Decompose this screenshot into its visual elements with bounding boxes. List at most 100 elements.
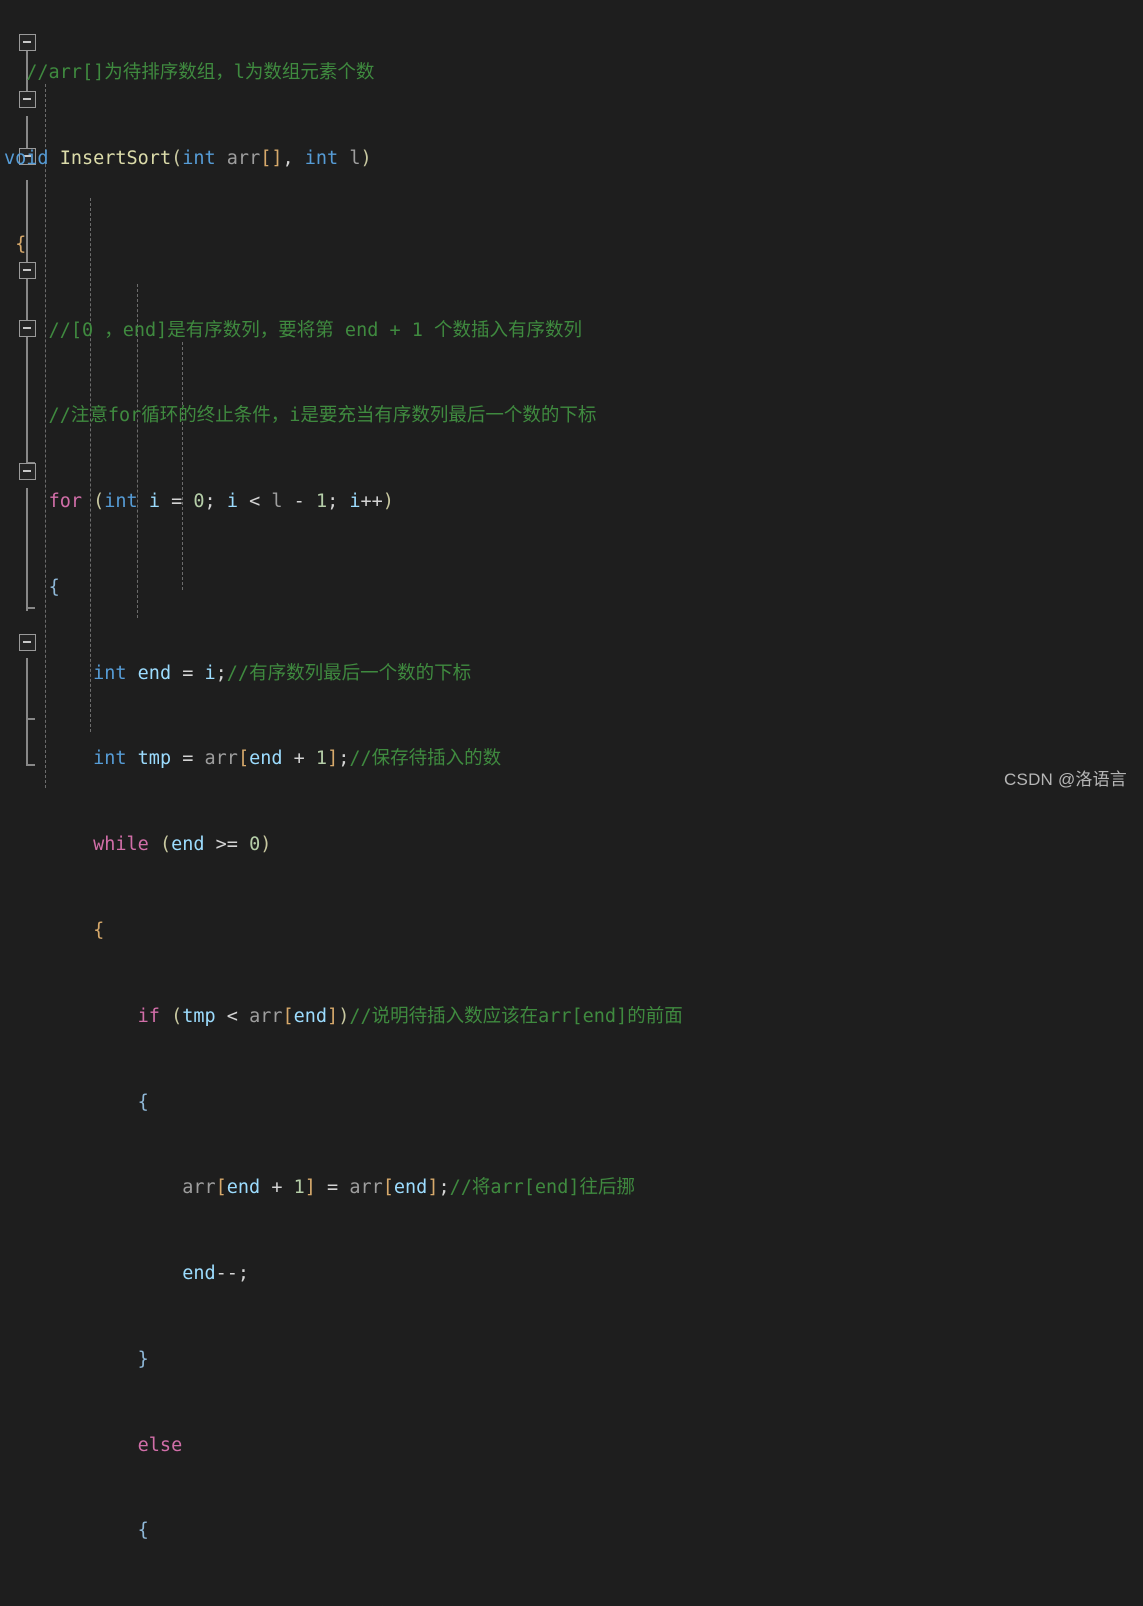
var-end: end xyxy=(182,1263,216,1285)
bracket-close: ] xyxy=(304,1177,316,1199)
bracket-close: ] xyxy=(327,1005,339,1027)
semicolon: ; xyxy=(327,491,350,513)
num-1: 1 xyxy=(315,491,328,513)
code-line[interactable]: end--; xyxy=(4,1260,1143,1289)
keyword-int: int xyxy=(104,491,138,513)
paren-close: ) xyxy=(338,1005,350,1027)
paren-close: ) xyxy=(382,491,394,513)
brace-open-while: { xyxy=(93,920,105,941)
line-9-comment: //保存待插入的数 xyxy=(349,748,502,770)
code-line[interactable]: //[0 ，end]是有序数列，要将第 end + 1 个数插入有序数列 xyxy=(4,317,1143,346)
line-1-comment: //arr[]为待排序数组，l为数组元素个数 xyxy=(4,62,375,84)
code-editor[interactable]: //arr[]为待排序数组，l为数组元素个数 void InsertSort(i… xyxy=(0,0,1143,1541)
code-line[interactable]: //注意for循环的终止条件，i是要充当有序数列最后一个数的下标 xyxy=(4,402,1143,431)
num-0: 0 xyxy=(249,834,261,856)
var-end: end xyxy=(137,662,172,684)
paren-close: ) xyxy=(360,147,372,169)
decrement: --; xyxy=(215,1263,250,1285)
function-name: InsertSort xyxy=(59,147,172,169)
bracket-open: [ xyxy=(382,1177,394,1199)
keyword-int: int xyxy=(182,147,216,169)
param-arr: arr xyxy=(226,147,261,169)
code-line[interactable]: { xyxy=(4,231,1143,260)
num-1: 1 xyxy=(293,1177,305,1199)
code-line[interactable]: if (tmp < arr[end])//说明待插入数应该在arr[end]的前… xyxy=(4,1003,1143,1032)
num-1: 1 xyxy=(315,748,328,770)
var-i: i xyxy=(204,662,216,684)
brace-close-if: } xyxy=(137,1348,149,1370)
plus: + xyxy=(260,1177,294,1199)
bracket-open: [ xyxy=(282,1005,294,1027)
paren-open: ( xyxy=(93,491,105,513)
bracket-open: [ xyxy=(237,748,250,770)
var-end: end xyxy=(249,748,283,770)
semicolon: ; xyxy=(338,748,350,770)
code-line[interactable]: } xyxy=(4,1346,1143,1375)
code-line[interactable]: void InsertSort(int arr[], int l) xyxy=(4,145,1143,174)
brace-open-fn: { xyxy=(15,233,27,255)
line-5-comment: //注意for循环的终止条件，i是要充当有序数列最后一个数的下标 xyxy=(4,405,597,427)
code-line[interactable]: { xyxy=(4,1089,1143,1118)
keyword-int: int xyxy=(93,748,127,770)
lt: < xyxy=(237,491,272,513)
bracket-open: [ xyxy=(215,1177,227,1199)
line-14-comment: //将arr[end]往后挪 xyxy=(449,1177,635,1199)
minus: - xyxy=(282,491,316,513)
bracket-close: ] xyxy=(327,748,339,770)
keyword-if: if xyxy=(137,1005,160,1027)
brace-open-for: { xyxy=(48,576,60,598)
lt: < xyxy=(215,1005,250,1027)
assign: = xyxy=(159,491,194,513)
paren-close: ) xyxy=(260,834,272,856)
line-8-comment: //有序数列最后一个数的下标 xyxy=(226,662,472,684)
var-i: i xyxy=(148,491,160,513)
num-0: 0 xyxy=(193,491,205,513)
code-line[interactable]: for (int i = 0; i < l - 1; i++) xyxy=(4,488,1143,517)
semicolon: ; xyxy=(215,662,227,684)
keyword-for: for xyxy=(48,491,82,513)
keyword-else: else xyxy=(137,1434,183,1456)
code-line[interactable]: { xyxy=(4,574,1143,603)
code-line[interactable]: { xyxy=(4,1517,1143,1546)
code-content[interactable]: //arr[]为待排序数组，l为数组元素个数 void InsertSort(i… xyxy=(0,0,1143,1606)
code-line[interactable]: while (end >= 0) xyxy=(4,831,1143,860)
bracket-close: ] xyxy=(427,1177,439,1199)
paren-open: ( xyxy=(159,834,172,856)
brace-open-if: { xyxy=(137,1091,149,1113)
code-line[interactable]: //arr[]为待排序数组，l为数组元素个数 xyxy=(4,59,1143,88)
var-i: i xyxy=(226,491,238,513)
code-line[interactable]: arr[end + 1] = arr[end];//将arr[end]往后挪 xyxy=(4,1174,1143,1203)
var-tmp: tmp xyxy=(182,1005,216,1027)
param-arr: arr xyxy=(349,1177,383,1199)
code-line[interactable]: else xyxy=(4,1432,1143,1461)
code-line[interactable]: int end = i;//有序数列最后一个数的下标 xyxy=(4,660,1143,689)
var-end: end xyxy=(226,1177,261,1199)
line-4-comment: //[0 ，end]是有序数列，要将第 end + 1 个数插入有序数列 xyxy=(4,319,583,341)
bracket-pair: [] xyxy=(260,147,283,169)
semicolon: ; xyxy=(204,491,227,513)
code-line[interactable]: int tmp = arr[end + 1];//保存待插入的数 xyxy=(4,745,1143,774)
param-arr: arr xyxy=(249,1005,283,1027)
assign: = xyxy=(171,748,205,770)
keyword-int: int xyxy=(93,662,127,684)
paren-open: ( xyxy=(171,147,183,169)
csdn-watermark: CSDN @洛语言 xyxy=(1004,770,1127,790)
code-line[interactable]: //找到待插入数应该放的位置 xyxy=(4,1603,1143,1606)
code-line[interactable]: { xyxy=(4,917,1143,946)
var-end: end xyxy=(171,834,205,856)
line-12-comment: //说明待插入数应该在arr[end]的前面 xyxy=(349,1005,683,1027)
